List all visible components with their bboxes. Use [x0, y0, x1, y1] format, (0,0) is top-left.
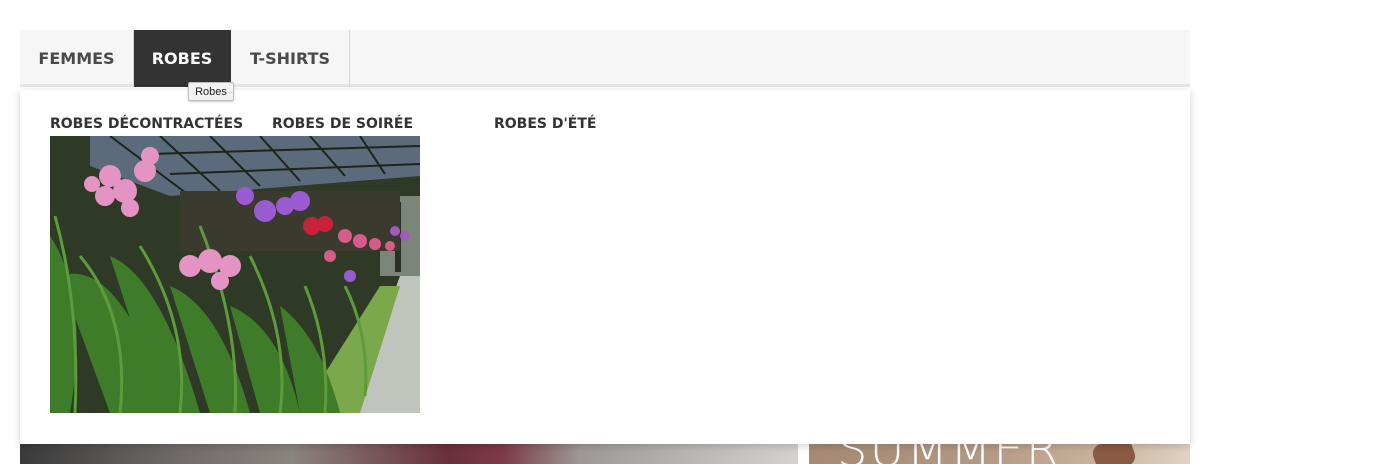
nav-item-robes[interactable]: ROBES: [134, 30, 231, 87]
submenu-robes-d-ete[interactable]: ROBES D'ÉTÉ: [494, 116, 596, 132]
banner-model-image: [1090, 444, 1138, 464]
top-menu: FEMMES ROBES T-SHIRTS: [20, 30, 1190, 87]
banner-summer-text: SUMMER: [837, 444, 1061, 464]
robes-dropdown-panel: ROBES DÉCONTRACTÉES ROBES DE SOIRÉE ROBE…: [20, 90, 1190, 444]
submenu-robes-decontractees[interactable]: ROBES DÉCONTRACTÉES: [50, 116, 243, 132]
category-image[interactable]: [50, 136, 420, 413]
robes-tooltip: Robes: [188, 82, 234, 101]
nav-item-femmes[interactable]: FEMMES: [20, 30, 134, 87]
submenu-robes-de-soiree[interactable]: ROBES DE SOIRÉE: [272, 116, 413, 132]
home-banner-right: SUMMER: [809, 444, 1190, 464]
home-banner-left: [20, 444, 798, 464]
nav-item-t-shirts[interactable]: T-SHIRTS: [231, 30, 350, 87]
